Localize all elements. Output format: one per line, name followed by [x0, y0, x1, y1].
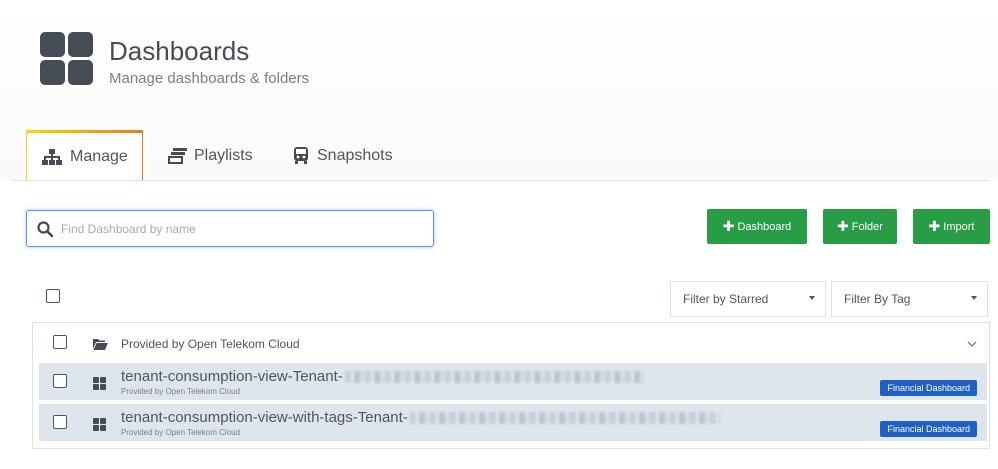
- redacted-text: [344, 371, 645, 384]
- search-input[interactable]: [61, 221, 401, 236]
- tabs-divider: [12, 180, 990, 181]
- filter-tag-select[interactable]: Filter By Tag: [831, 281, 988, 317]
- dashboard-grid-icon: [93, 418, 106, 431]
- tab-manage-label: Manage: [70, 147, 128, 165]
- select-all-checkbox[interactable]: [46, 289, 60, 303]
- new-folder-button[interactable]: ✚ Folder: [823, 209, 897, 244]
- search-icon: [37, 220, 53, 237]
- tab-playlists[interactable]: Playlists: [168, 130, 253, 181]
- folder-open-icon: [93, 337, 108, 355]
- filter-starred-select[interactable]: Filter by Starred: [670, 281, 826, 317]
- dashboard-row[interactable]: tenant-consumption-view-Tenant- Provided…: [39, 363, 987, 400]
- dashboard-tag[interactable]: Financial Dashboard: [880, 380, 977, 396]
- dashboard-grid-icon: [93, 377, 106, 390]
- import-label: Import: [943, 220, 975, 233]
- plus-icon: ✚: [722, 218, 735, 234]
- chevron-down-icon[interactable]: [967, 335, 977, 353]
- folder-name: Provided by Open Telekom Cloud: [121, 337, 300, 351]
- sitemap-icon: [41, 148, 63, 165]
- new-folder-label: Folder: [851, 220, 883, 233]
- folder-row[interactable]: Provided by Open Telekom Cloud: [33, 323, 989, 360]
- page-header: Dashboards Manage dashboards & folders: [0, 0, 998, 180]
- plus-icon: ✚: [928, 218, 941, 234]
- dashboard-checkbox[interactable]: [53, 374, 67, 388]
- page-title: Dashboards: [109, 36, 250, 66]
- page-subtitle: Manage dashboards & folders: [109, 70, 310, 87]
- search-box[interactable]: [26, 210, 434, 247]
- dashboard-title-text: tenant-consumption-view-Tenant-: [121, 368, 343, 385]
- dashboard-folder-label: Provided by Open Telekom Cloud: [121, 387, 241, 396]
- new-dashboard-label: Dashboard: [737, 220, 792, 233]
- header-background: [0, 0, 998, 180]
- playlist-icon: [168, 147, 187, 164]
- snapshot-camera-icon: [292, 147, 310, 164]
- dashboard-tag[interactable]: Financial Dashboard: [880, 421, 977, 437]
- plus-icon: ✚: [837, 218, 849, 234]
- dashboard-title: tenant-consumption-view-with-tags-Tenant…: [121, 409, 720, 426]
- chevron-down-icon: [971, 296, 977, 300]
- dashboard-title: tenant-consumption-view-Tenant-: [121, 368, 645, 385]
- chevron-down-icon: [809, 296, 815, 300]
- dashboard-title-text: tenant-consumption-view-with-tags-Tenant…: [121, 409, 408, 426]
- filter-starred-label: Filter by Starred: [683, 292, 769, 306]
- tab-manage[interactable]: Manage: [26, 130, 143, 181]
- dashboard-folder-label: Provided by Open Telekom Cloud: [121, 428, 241, 437]
- tab-snapshots[interactable]: Snapshots: [292, 130, 393, 181]
- tab-snapshots-label: Snapshots: [317, 146, 393, 164]
- folder-checkbox[interactable]: [53, 335, 67, 349]
- filter-tag-label: Filter By Tag: [844, 292, 911, 306]
- new-dashboard-button[interactable]: ✚ Dashboard: [707, 209, 807, 244]
- dashboard-list: Provided by Open Telekom Cloud tenant-co…: [32, 322, 990, 449]
- dashboard-row[interactable]: tenant-consumption-view-with-tags-Tenant…: [39, 404, 987, 441]
- redacted-text: [409, 412, 720, 425]
- dashboard-checkbox[interactable]: [53, 415, 67, 429]
- tab-playlists-label: Playlists: [194, 146, 253, 164]
- import-button[interactable]: ✚ Import: [913, 209, 990, 244]
- dashboards-grid-icon: [40, 32, 94, 86]
